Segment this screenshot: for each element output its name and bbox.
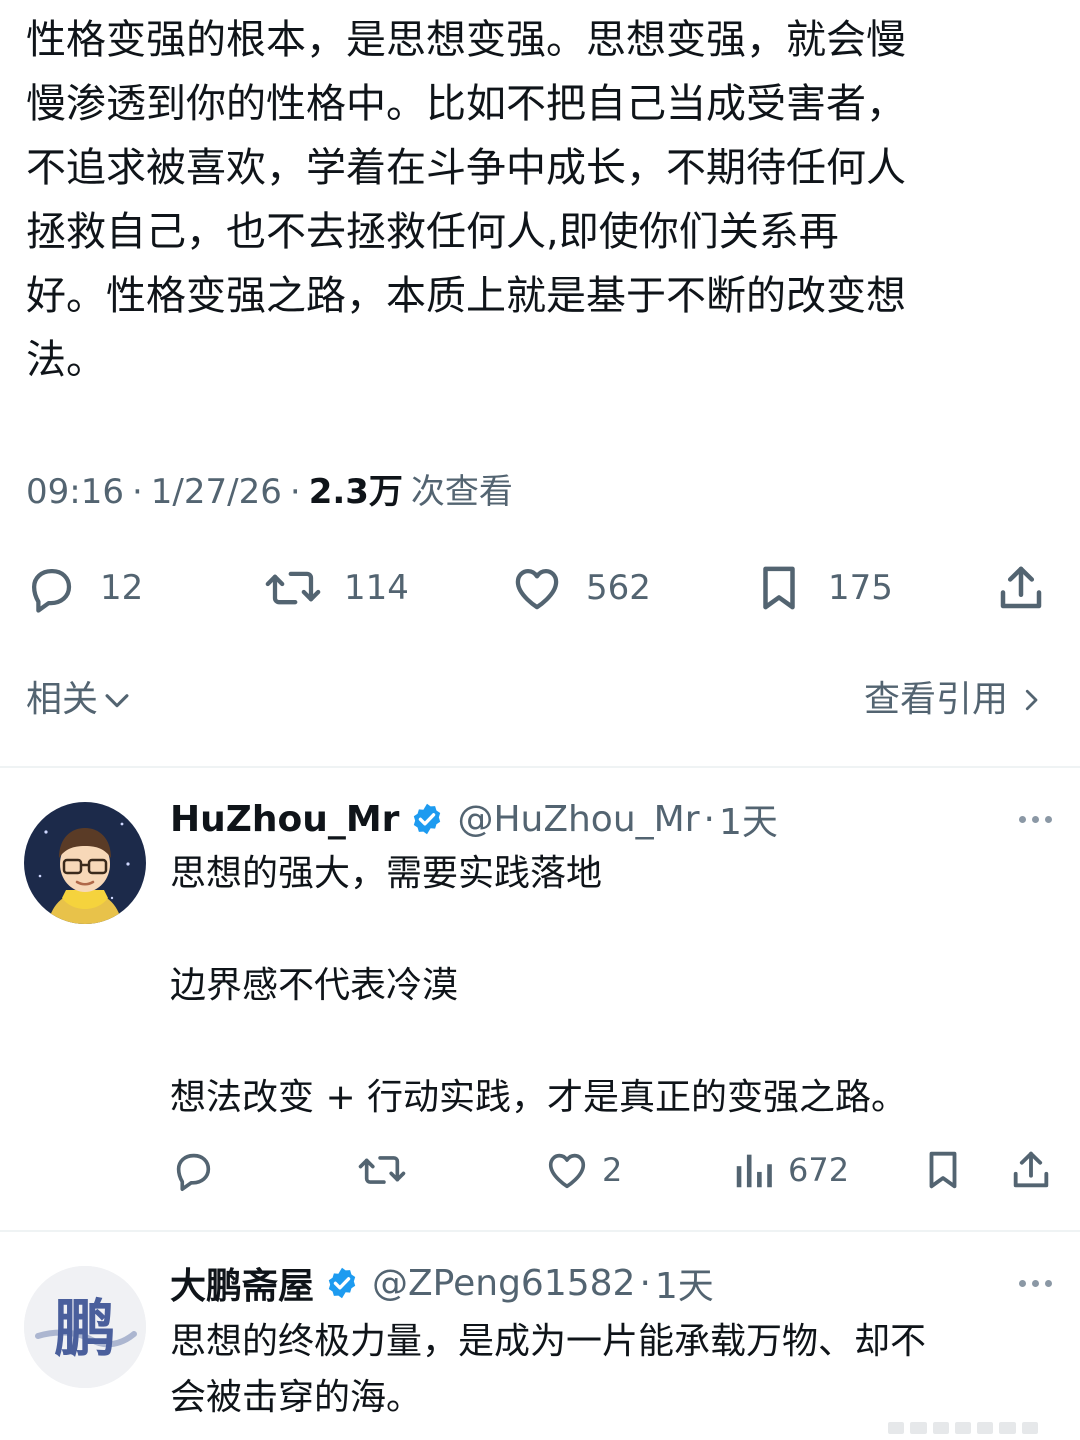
reply-time: 1天 bbox=[654, 1266, 714, 1307]
reply-time: 1天 bbox=[718, 802, 778, 843]
reply-header: HuZhou_Mr @HuZhou_Mr · 1天 bbox=[170, 794, 778, 844]
meta-separator: · bbox=[131, 472, 143, 512]
verified-badge-icon bbox=[409, 801, 445, 837]
reply-button[interactable]: 12 bbox=[24, 556, 143, 620]
chevron-down-icon bbox=[105, 694, 129, 708]
author-name[interactable]: 大鹏斋屋 bbox=[170, 1257, 314, 1309]
reply-text: 思想的终极力量，是成为一片能承载万物、却不 会被击穿的海。 bbox=[170, 1321, 927, 1418]
meta-separator: · bbox=[703, 798, 715, 840]
bookmark-button[interactable] bbox=[920, 1142, 966, 1198]
reply-button[interactable] bbox=[170, 1142, 216, 1198]
post-date: 1/27/26 bbox=[150, 472, 282, 512]
avatar[interactable] bbox=[24, 802, 146, 924]
views-count: 2.3万 bbox=[308, 472, 403, 512]
retweet-button[interactable]: 114 bbox=[262, 556, 409, 620]
post-action-bar: 12 114 562 175 bbox=[0, 556, 1080, 620]
author-name[interactable]: HuZhou_Mr bbox=[170, 799, 399, 840]
reply-action-bar: 2 672 bbox=[0, 1142, 1080, 1198]
like-button[interactable]: 562 bbox=[510, 556, 651, 620]
reply-count: 12 bbox=[100, 568, 144, 608]
like-button[interactable]: 2 bbox=[544, 1142, 622, 1198]
retweet-icon bbox=[358, 1156, 406, 1184]
meta-separator: · bbox=[289, 472, 301, 512]
bookmark-button[interactable]: 175 bbox=[752, 556, 893, 620]
analytics-icon bbox=[736, 1154, 772, 1188]
reply-icon bbox=[31, 568, 72, 613]
bookmark-icon bbox=[763, 566, 795, 610]
views-count: 672 bbox=[788, 1151, 850, 1189]
more-options-icon[interactable] bbox=[1019, 1280, 1052, 1287]
meta-separator: · bbox=[639, 1262, 651, 1304]
reply-text: 思想的强大，需要实践落地 边界感不代表冷漠 想法改变 + 行动实践，才是真正的变… bbox=[170, 853, 908, 1118]
share-button[interactable] bbox=[994, 556, 1048, 620]
avatar-glyph: 鹏 bbox=[54, 1292, 116, 1365]
author-handle[interactable]: @ZPeng61582 bbox=[372, 1263, 635, 1304]
view-quotes-link[interactable]: 查看引用 bbox=[864, 676, 1046, 724]
scroll-indicator bbox=[888, 1422, 1038, 1434]
heart-icon bbox=[548, 1153, 586, 1189]
like-count: 562 bbox=[586, 568, 651, 608]
views-button[interactable]: 672 bbox=[734, 1142, 849, 1198]
quotes-label: 查看引用 bbox=[863, 679, 1008, 720]
avatar[interactable]: 鹏 bbox=[24, 1266, 146, 1388]
share-icon bbox=[1013, 1151, 1049, 1188]
related-dropdown[interactable]: 相关 bbox=[26, 676, 134, 724]
related-label: 相关 bbox=[26, 679, 99, 720]
views-label: 次查看 bbox=[410, 472, 513, 512]
post-text: 性格变强的根本，是思想变强。思想变强，就会慢 慢渗透到你的性格中。比如不把自己当… bbox=[26, 17, 906, 383]
bookmark-icon bbox=[929, 1151, 957, 1189]
like-count: 2 bbox=[602, 1151, 623, 1189]
reply-item[interactable]: 鹏 大鹏斋屋 @ZPeng61582 · 1天 思想的终极力量，是成为一片能承载… bbox=[0, 1232, 1080, 1440]
verified-badge-icon bbox=[324, 1265, 360, 1301]
heart-icon bbox=[515, 568, 559, 610]
avatar-image: 鹏 bbox=[24, 1266, 146, 1388]
chevron-right-icon bbox=[1025, 689, 1038, 711]
post-meta: 09:16 · 1/27/26 · 2.3万 次查看 bbox=[26, 468, 513, 516]
retweet-icon bbox=[265, 571, 321, 605]
reply-icon bbox=[176, 1153, 211, 1191]
avatar-image bbox=[24, 802, 146, 924]
reply-header: 大鹏斋屋 @ZPeng61582 · 1天 bbox=[170, 1258, 714, 1308]
more-options-icon[interactable] bbox=[1019, 816, 1052, 823]
share-icon bbox=[1000, 566, 1042, 609]
author-handle[interactable]: @HuZhou_Mr bbox=[457, 799, 699, 840]
bookmark-count: 175 bbox=[828, 568, 893, 608]
retweet-count: 114 bbox=[344, 568, 409, 608]
retweet-button[interactable] bbox=[356, 1142, 408, 1198]
reply-item[interactable]: HuZhou_Mr @HuZhou_Mr · 1天 思想的强大，需要实践落地 边… bbox=[0, 768, 1080, 1230]
post-time: 09:16 bbox=[26, 472, 124, 512]
share-button[interactable] bbox=[1008, 1142, 1054, 1198]
